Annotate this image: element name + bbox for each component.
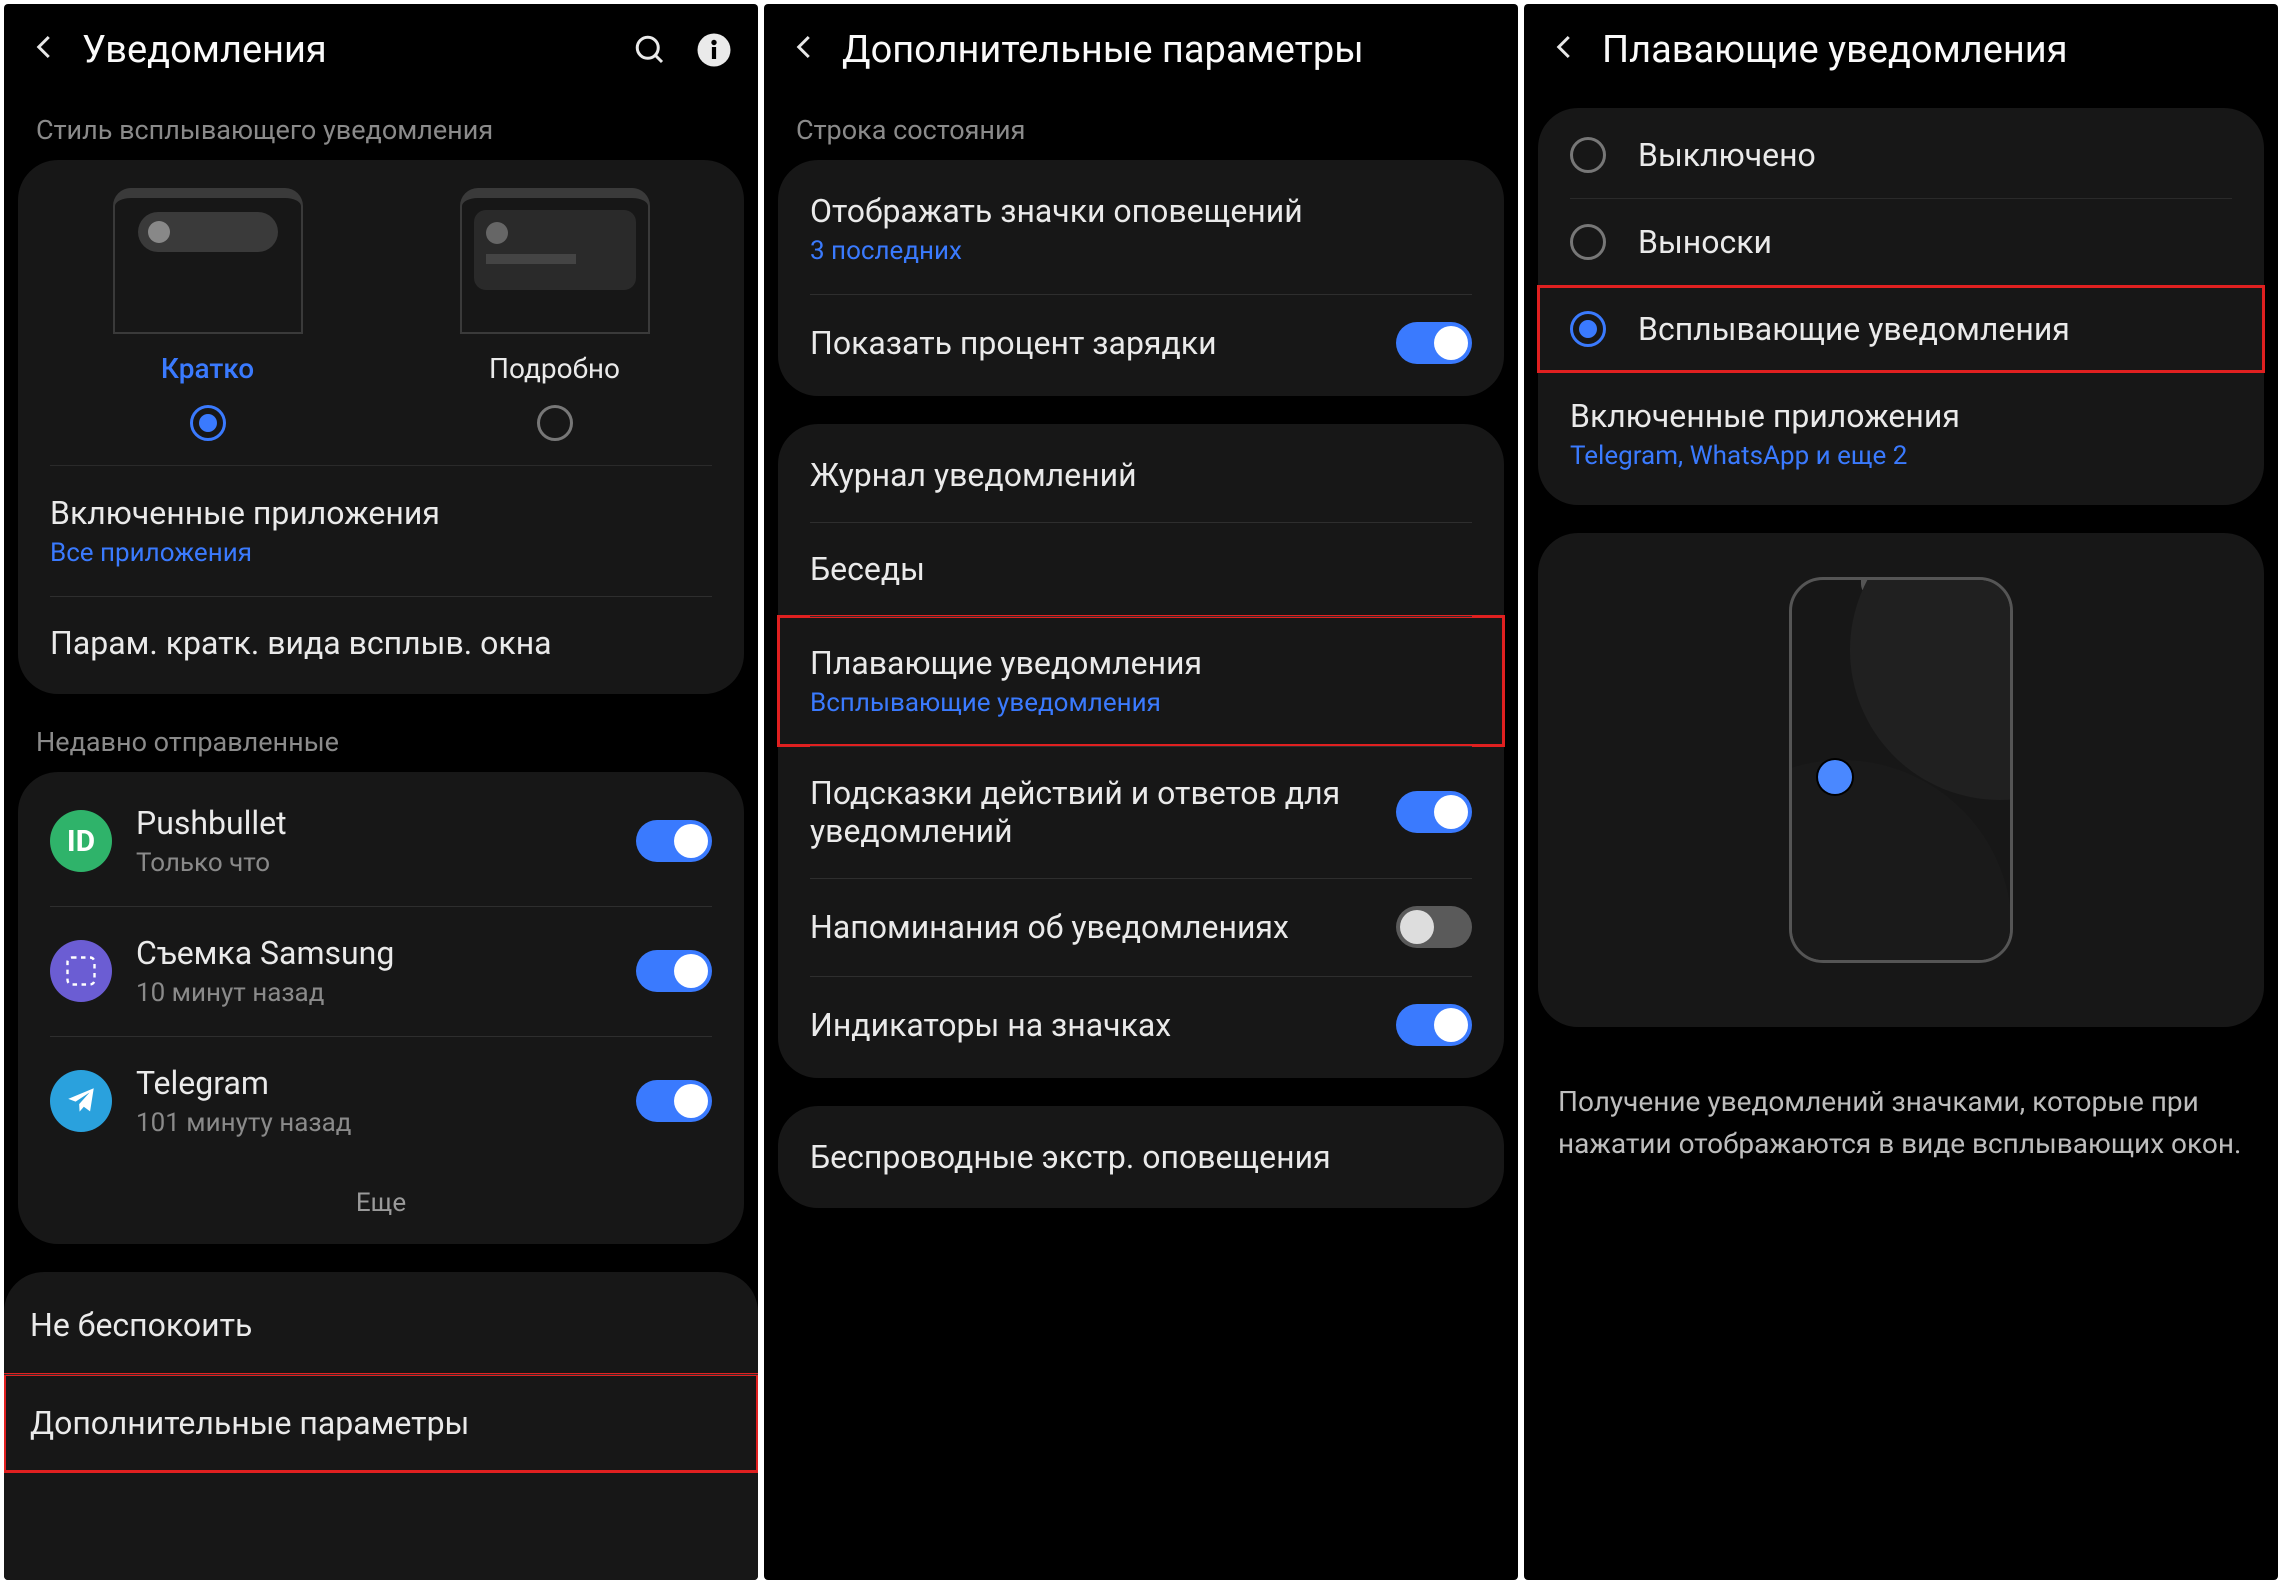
page-title: Плавающие уведомления <box>1602 28 2252 72</box>
card-preview <box>1538 533 2264 1027</box>
card-floating-options: Выключено Выноски Всплывающие уведомлени… <box>1538 108 2264 505</box>
radio-off[interactable] <box>1570 137 1606 173</box>
preview-illustration <box>1538 537 2264 1023</box>
row-enabled-apps[interactable]: Включенные приложения Все приложения <box>18 466 744 596</box>
row-wireless-alerts[interactable]: Беспроводные экстр. оповещения <box>778 1110 1504 1204</box>
row-battery-percent[interactable]: Показать процент зарядки <box>778 294 1504 392</box>
description-text: Получение уведомлений значками, которые … <box>1524 1055 2278 1191</box>
card-bottom: Не беспокоить Дополнительные параметры <box>4 1272 758 1580</box>
card-advanced-main: Журнал уведомлений Беседы Плавающие увед… <box>778 424 1504 1078</box>
radio-popups[interactable] <box>1570 311 1606 347</box>
page-title: Уведомления <box>82 28 610 72</box>
topbar: Дополнительные параметры <box>764 4 1518 92</box>
style-option-detailed[interactable]: Подробно <box>460 188 650 385</box>
section-label-recent: Недавно отправленные <box>4 722 758 772</box>
row-enabled-apps[interactable]: Включенные приложения Telegram, WhatsApp… <box>1538 373 2264 501</box>
recent-app-pushbullet[interactable]: ID Pushbullet Только что <box>18 776 744 906</box>
toggle-telegram[interactable] <box>636 1080 712 1122</box>
section-label-status-bar: Строка состояния <box>764 92 1518 160</box>
card-wireless-alerts: Беспроводные экстр. оповещения <box>778 1106 1504 1208</box>
row-action-hints[interactable]: Подсказки действий и ответов для уведомл… <box>778 746 1504 878</box>
back-icon[interactable] <box>790 31 820 69</box>
topbar: Плавающие уведомления <box>1524 4 2278 92</box>
search-icon[interactable] <box>632 32 668 68</box>
card-recent: ID Pushbullet Только что Съемка Samsung … <box>18 772 744 1244</box>
option-popups[interactable]: Всплывающие уведомления <box>1538 286 2264 372</box>
toggle-pushbullet[interactable] <box>636 820 712 862</box>
recent-app-samsung-capture[interactable]: Съемка Samsung 10 минут назад <box>18 906 744 1036</box>
option-off[interactable]: Выключено <box>1538 112 2264 198</box>
row-advanced-settings[interactable]: Дополнительные параметры <box>4 1374 758 1472</box>
style-label-detailed: Подробно <box>489 352 620 385</box>
topbar: Уведомления <box>4 4 758 92</box>
toggle-action-hints[interactable] <box>1396 791 1472 833</box>
row-show-notif-icons[interactable]: Отображать значки оповещений 3 последних <box>778 164 1504 294</box>
radio-detailed[interactable] <box>537 405 573 441</box>
toggle-icon-badges[interactable] <box>1396 1004 1472 1046</box>
radio-brief[interactable] <box>190 405 226 441</box>
app-icon-telegram <box>50 1070 112 1132</box>
row-dnd[interactable]: Не беспокоить <box>4 1276 758 1374</box>
bubble-icon <box>1818 760 1852 794</box>
section-label-style: Стиль всплывающего уведомления <box>4 92 758 160</box>
row-conversations[interactable]: Беседы <box>778 522 1504 616</box>
screen-notifications: Уведомления Стиль всплывающего уведомлен… <box>4 4 758 1580</box>
row-notif-reminders[interactable]: Напоминания об уведомлениях <box>778 878 1504 976</box>
option-callouts[interactable]: Выноски <box>1538 199 2264 285</box>
style-option-brief[interactable]: Кратко <box>113 188 303 385</box>
card-popup-style: Кратко Подробно Включенные приложения Вс… <box>18 160 744 694</box>
toggle-notif-reminders[interactable] <box>1396 906 1472 948</box>
style-label-brief: Кратко <box>161 352 254 385</box>
toggle-battery-percent[interactable] <box>1396 322 1472 364</box>
back-icon[interactable] <box>30 31 60 69</box>
back-icon[interactable] <box>1550 31 1580 69</box>
screen-floating-notifications: Плавающие уведомления Выключено Выноски … <box>1524 4 2278 1580</box>
screen-advanced-settings: Дополнительные параметры Строка состояни… <box>764 4 1518 1580</box>
row-brief-params[interactable]: Парам. кратк. вида всплыв. окна <box>18 596 744 690</box>
row-floating-notifications[interactable]: Плавающие уведомления Всплывающие уведом… <box>778 616 1504 746</box>
more-button[interactable]: Еще <box>18 1166 744 1240</box>
toggle-samsung-capture[interactable] <box>636 950 712 992</box>
card-status-bar: Отображать значки оповещений 3 последних… <box>778 160 1504 396</box>
radio-callouts[interactable] <box>1570 224 1606 260</box>
row-notif-log[interactable]: Журнал уведомлений <box>778 428 1504 522</box>
app-icon-pushbullet: ID <box>50 810 112 872</box>
app-icon-samsung-capture <box>50 940 112 1002</box>
page-title: Дополнительные параметры <box>842 28 1492 72</box>
row-icon-badges[interactable]: Индикаторы на значках <box>778 976 1504 1074</box>
recent-app-telegram[interactable]: Telegram 101 минуту назад <box>18 1036 744 1166</box>
info-icon[interactable] <box>696 32 732 68</box>
